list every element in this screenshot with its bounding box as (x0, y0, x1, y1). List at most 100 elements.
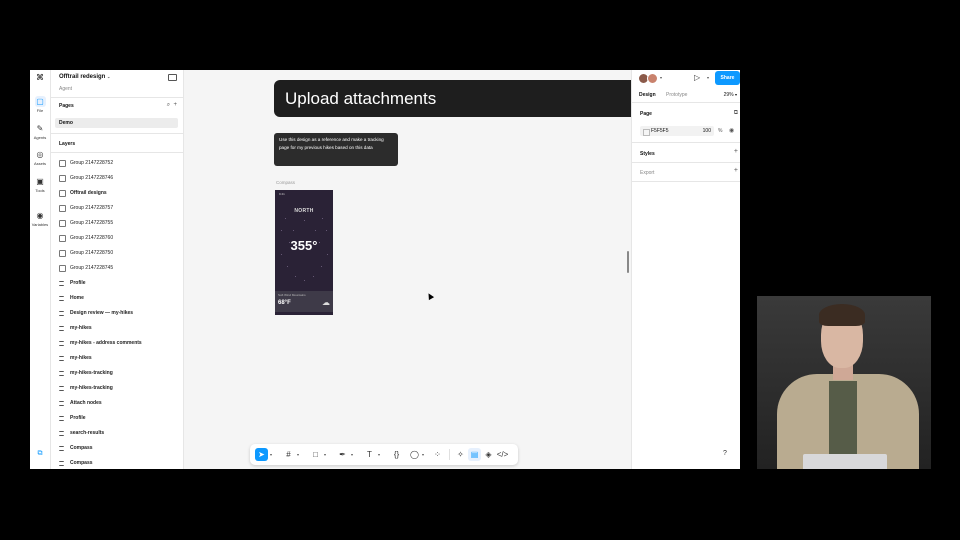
compass-frame[interactable]: 9:41 NORTH 355° Soft Wind Mountains 68°F… (275, 190, 333, 315)
layer-item[interactable]: Group 2147228752 (59, 158, 179, 168)
chevron-down-icon[interactable]: ▾ (297, 452, 299, 457)
layer-item[interactable]: Offtrail designs (59, 188, 179, 198)
layer-name: my-hikes (70, 324, 92, 331)
layer-item[interactable]: my-hikes (59, 353, 179, 363)
page-item-demo[interactable]: Demo (55, 118, 178, 128)
group-icon (59, 235, 66, 242)
chevron-down-icon[interactable]: ▾ (378, 452, 380, 457)
rail-item-tools[interactable]: ▣ Tools (30, 176, 50, 193)
layer-item[interactable]: my-hikes (59, 323, 179, 333)
layer-item[interactable]: Group 2147228750 (59, 248, 179, 258)
layer-name: Group 2147228755 (70, 219, 114, 226)
tab-design[interactable]: Design (639, 92, 656, 98)
chevron-down-icon[interactable]: ▾ (351, 452, 353, 457)
variables-icon: ◉ (36, 211, 44, 220)
layer-name: my-hikes-tracking (70, 384, 113, 391)
chevron-down-icon[interactable]: ▾ (707, 75, 709, 80)
compass-tick (326, 230, 328, 232)
components-icon[interactable]: ⁘ (431, 448, 444, 461)
layer-item[interactable]: Group 2147228757 (59, 203, 179, 213)
page-color-field[interactable]: F5F5F5 100 (640, 126, 714, 136)
page-section-label: Page (640, 111, 652, 117)
design-mode-icon[interactable]: ▤ (468, 448, 481, 461)
layer-item[interactable]: Group 2147228746 (59, 173, 179, 183)
zoom-level[interactable]: 29% ▾ (724, 92, 737, 98)
compass-tick (304, 220, 306, 222)
styles-section-label: Styles (640, 151, 655, 157)
layer-item[interactable]: Profile (59, 278, 179, 288)
rectangle-tool-icon[interactable]: □ (309, 448, 322, 461)
dev-mode-icon[interactable]: </> (496, 448, 509, 461)
frame-icon (59, 356, 64, 361)
code-braces-icon[interactable]: {} (390, 448, 403, 461)
weather-card: Soft Wind Mountains 68°F ☁ (275, 291, 333, 312)
add-page-icon[interactable]: + (173, 102, 177, 108)
frame-icon (59, 311, 64, 316)
add-export-icon[interactable]: + (734, 167, 738, 174)
layer-item[interactable]: Home (59, 293, 179, 303)
prototype-mode-icon[interactable]: ◈ (482, 448, 495, 461)
layer-item[interactable]: Group 2147228755 (59, 218, 179, 228)
frame-label[interactable]: Compass (276, 180, 295, 185)
left-rail: ⌘ ▢ File ✎ Agents ◎ Assets ▣ Tools ◉ Var… (30, 70, 51, 469)
canvas-scrollbar[interactable] (627, 251, 629, 273)
compass-tick (304, 280, 306, 282)
page-settings-icon[interactable]: ⧉ (734, 110, 738, 117)
rail-item-agents[interactable]: ✎ Agents (30, 123, 50, 140)
layer-item[interactable]: my-hikes-tracking (59, 383, 179, 393)
rail-item-file[interactable]: ▢ File (30, 96, 50, 113)
layer-name: Group 2147228750 (70, 249, 114, 256)
layer-item[interactable]: Design review — my-hikes (59, 308, 179, 318)
layer-item[interactable]: search-results (59, 428, 179, 438)
divider (632, 142, 740, 143)
chevron-down-icon[interactable]: ▾ (660, 75, 662, 80)
text-tool-icon[interactable]: T (363, 448, 376, 461)
color-swatch[interactable] (643, 128, 650, 136)
ai-sparkle-icon[interactable]: ✧ (454, 448, 467, 461)
layer-name: Group 2147228745 (70, 264, 114, 271)
frame-icon (59, 401, 64, 406)
search-icon[interactable]: ⌕ (167, 102, 170, 108)
frame-icon (59, 296, 64, 301)
layer-item[interactable]: Compass (59, 443, 179, 453)
pen-tool-icon[interactable]: ✒ (336, 448, 349, 461)
rail-item-variables[interactable]: ◉ Variables (30, 210, 50, 227)
panel-tabs: Design Prototype 29% ▾ (632, 88, 740, 103)
group-icon (59, 175, 66, 182)
comment-tool-icon[interactable]: ◯ (408, 448, 421, 461)
layer-name: Design review — my-hikes (70, 309, 134, 316)
chevron-down-icon[interactable]: ▾ (270, 452, 272, 457)
move-tool-icon[interactable]: ➤ (255, 448, 268, 461)
rail-item-assets[interactable]: ◎ Assets (30, 149, 50, 166)
rail-item-label: Tools (35, 188, 45, 193)
avatar[interactable] (647, 73, 658, 84)
add-style-icon[interactable]: + (734, 148, 738, 155)
layer-item[interactable]: Profile (59, 413, 179, 423)
figma-logo-icon[interactable]: ⌘ (30, 73, 50, 82)
play-icon[interactable]: ▷ (694, 73, 700, 82)
compass-tick (322, 218, 324, 220)
presenter-shirt (829, 381, 857, 461)
canvas[interactable]: Upload attachments Use this design as a … (184, 70, 634, 469)
layer-item[interactable]: Compass (59, 458, 179, 468)
chevron-down-icon: ⌄ (107, 74, 111, 79)
layer-item[interactable]: Group 2147228760 (59, 233, 179, 243)
chevron-down-icon[interactable]: ▾ (324, 452, 326, 457)
sidebar-toggle-icon[interactable] (168, 74, 177, 81)
layer-item[interactable]: my-hikes - address comments (59, 338, 179, 348)
library-icon[interactable]: ⧉ (30, 450, 50, 458)
compass-tick (295, 276, 297, 278)
layers-panel: Offtrail redesign ⌄ Agent Pages ⌕ + Demo… (51, 70, 184, 469)
frame-tool-icon[interactable]: # (282, 448, 295, 461)
layer-item[interactable]: Attach nodes (59, 398, 179, 408)
agent-prompt-bubble: Use this design as a reference and make … (274, 133, 398, 166)
tab-prototype[interactable]: Prototype (666, 92, 687, 98)
help-button[interactable]: ? (719, 448, 731, 460)
share-button[interactable]: Share (715, 71, 740, 85)
eye-icon[interactable]: ◉ (729, 127, 734, 134)
layer-item[interactable]: Group 2147228745 (59, 263, 179, 273)
layer-item[interactable]: my-hikes-tracking (59, 368, 179, 378)
group-icon (59, 265, 66, 272)
project-title[interactable]: Offtrail redesign ⌄ (59, 74, 110, 80)
chevron-down-icon[interactable]: ▾ (422, 452, 424, 457)
